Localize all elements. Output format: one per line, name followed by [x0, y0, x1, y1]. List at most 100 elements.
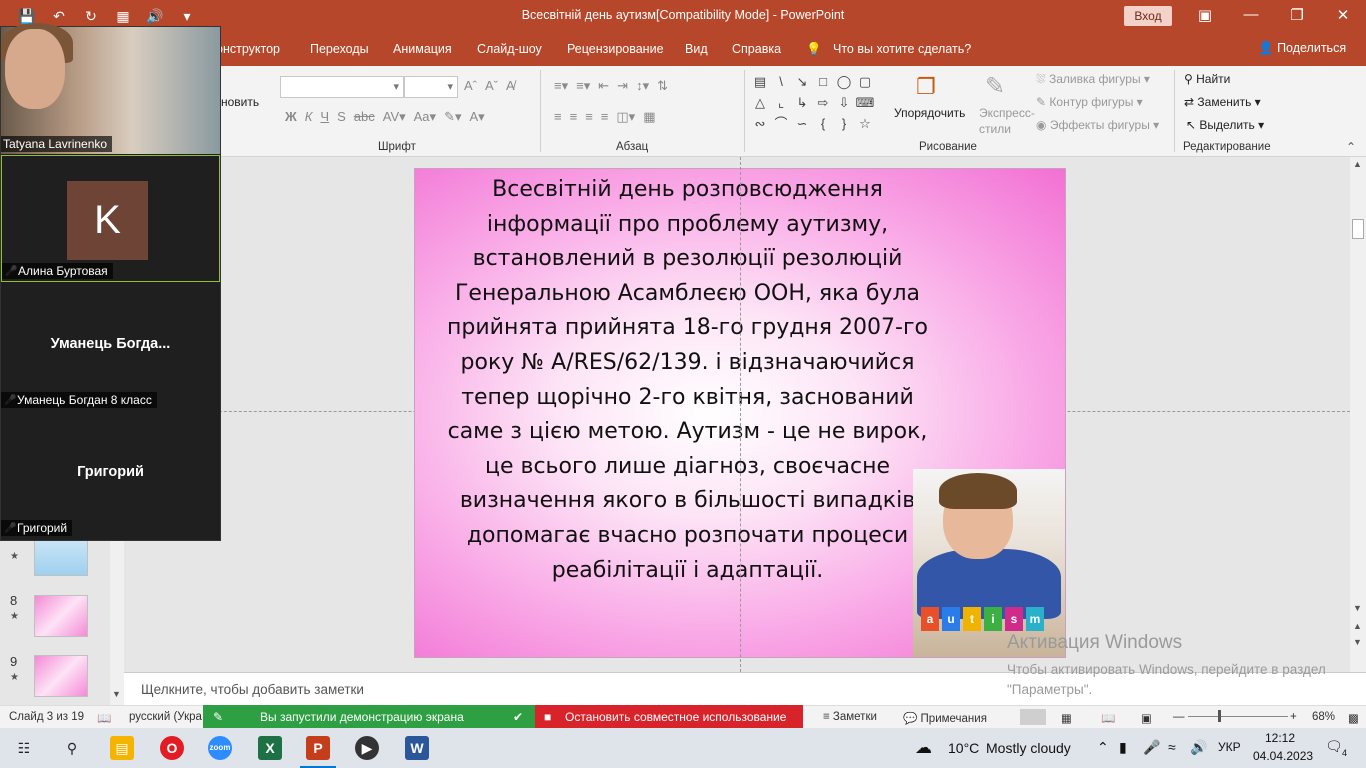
- callout-shape-icon[interactable]: ⌨: [855, 93, 875, 113]
- microphone-icon[interactable]: 🎤: [1143, 739, 1160, 756]
- reading-view-icon[interactable]: 📖: [1101, 711, 1115, 725]
- columns-icon[interactable]: ◫▾: [616, 109, 635, 125]
- text-direction-icon[interactable]: ⇅: [657, 78, 668, 94]
- select-button[interactable]: ↖ Выделить ▾: [1186, 118, 1264, 132]
- freeform-shape-icon[interactable]: ∾: [750, 114, 770, 134]
- minimize-icon[interactable]: —: [1241, 6, 1261, 23]
- decrease-indent-icon[interactable]: ⇤: [598, 78, 609, 94]
- windows-start-icon[interactable]: ☷: [12, 736, 36, 760]
- decrease-font-icon[interactable]: Aˇ: [485, 78, 498, 93]
- tab-help[interactable]: Справка: [732, 42, 781, 56]
- comments-button[interactable]: 💬 Примечания: [903, 711, 987, 725]
- zoom-slider[interactable]: [1188, 710, 1288, 722]
- share-button[interactable]: 👤 Поделиться: [1258, 41, 1346, 56]
- tab-review[interactable]: Рецензирование: [567, 42, 664, 56]
- zoom-app-icon[interactable]: zoom: [208, 736, 232, 760]
- autism-boy-photo[interactable]: a u t i s m: [913, 469, 1065, 657]
- rounded-rect-shape-icon[interactable]: ▢: [855, 72, 875, 92]
- language-indicator[interactable]: русский (Укра: [129, 711, 202, 723]
- arc-shape-icon[interactable]: ⌒: [771, 114, 791, 134]
- smartart-icon[interactable]: ▦: [643, 109, 655, 125]
- underline-icon[interactable]: Ч: [320, 109, 329, 125]
- ribbon-display-icon[interactable]: ▣: [1195, 6, 1215, 24]
- bullets-icon[interactable]: ≡▾: [554, 78, 568, 94]
- tab-transitions[interactable]: Переходы: [310, 42, 369, 56]
- input-language[interactable]: УКР: [1218, 740, 1241, 754]
- spellcheck-icon[interactable]: 📖: [97, 711, 111, 725]
- tab-slideshow[interactable]: Слайд-шоу: [477, 42, 542, 56]
- participant-tile-video[interactable]: Tatyana Lavrinenko: [1, 23, 220, 154]
- fit-to-window-icon[interactable]: ▩: [1348, 711, 1359, 725]
- triangle-shape-icon[interactable]: △: [750, 93, 770, 113]
- stop-sharing-button[interactable]: ■ Остановить совместное использование: [535, 705, 803, 729]
- star-shape-icon[interactable]: ☆: [855, 114, 875, 134]
- volume-icon[interactable]: 🔊: [1190, 739, 1207, 756]
- wifi-icon[interactable]: ≈: [1168, 739, 1176, 755]
- font-size-select[interactable]: [404, 76, 458, 98]
- tab-design[interactable]: онструктор: [216, 42, 280, 56]
- zoom-in-icon[interactable]: +: [1290, 711, 1297, 723]
- numbering-icon[interactable]: ≡▾: [576, 78, 590, 94]
- normal-view-icon[interactable]: [1020, 709, 1046, 725]
- scroll-down-icon[interactable]: ▼: [112, 689, 121, 699]
- arrange-icon[interactable]: ❐: [916, 74, 944, 100]
- quick-styles-label-1[interactable]: Экспресс-: [979, 106, 1035, 120]
- clock-date[interactable]: 04.04.2023: [1253, 749, 1313, 763]
- down-arrow-shape-icon[interactable]: ⇩: [834, 93, 854, 113]
- reset-button-partial[interactable]: новить: [221, 95, 259, 109]
- shape-outline-button[interactable]: ✎ Контур фигуры ▾: [1036, 95, 1143, 109]
- zoom-level[interactable]: 68%: [1312, 711, 1335, 723]
- align-center-icon[interactable]: ≡: [570, 109, 578, 125]
- weather-description[interactable]: Mostly cloudy: [986, 740, 1071, 756]
- slideshow-view-icon[interactable]: ▣: [1141, 711, 1152, 725]
- quick-styles-icon[interactable]: ✎: [985, 72, 1015, 102]
- scrollbar-thumb[interactable]: [1352, 219, 1364, 239]
- elbow-connector-icon[interactable]: ⌞: [771, 93, 791, 113]
- excel-icon[interactable]: X: [258, 736, 282, 760]
- opera-icon[interactable]: O: [160, 736, 184, 760]
- shadow-icon[interactable]: S: [337, 109, 346, 125]
- clear-format-icon[interactable]: A̸: [506, 78, 515, 93]
- next-slide-icon[interactable]: ▼: [1353, 637, 1362, 647]
- maximize-icon[interactable]: ❐: [1287, 6, 1307, 24]
- zoom-out-icon[interactable]: —: [1173, 711, 1185, 723]
- quick-styles-label-2[interactable]: стили: [979, 122, 1011, 136]
- font-family-select[interactable]: [280, 76, 404, 98]
- replace-button[interactable]: ⇄ Заменить ▾: [1184, 95, 1261, 109]
- participant-tile[interactable]: Уманець Богда... 🎤 Уманець Богдан 8 клас…: [1, 283, 220, 410]
- bold-icon[interactable]: Ж: [285, 109, 297, 125]
- weather-cloud-icon[interactable]: ☁: [915, 738, 932, 758]
- collapse-ribbon-icon[interactable]: ⌃: [1346, 140, 1356, 154]
- char-spacing-icon[interactable]: AV▾: [383, 109, 406, 125]
- arrange-button[interactable]: Упорядочить: [894, 106, 965, 120]
- shapes-gallery[interactable]: ▤ \ ↘ □ ◯ ▢ △ ⌞ ↳ ⇨ ⇩ ⌨ ∾ ⌒ ∽ { } ☆: [750, 72, 890, 134]
- clock-time[interactable]: 12:12: [1265, 731, 1295, 745]
- justify-icon[interactable]: ≡: [601, 109, 609, 125]
- login-button[interactable]: Вход: [1124, 6, 1172, 26]
- arrow-line-shape-icon[interactable]: ↘: [792, 72, 812, 92]
- participant-tile-avatar[interactable]: K 🎤 Алина Буртовая: [1, 155, 220, 282]
- brace-left-icon[interactable]: {: [813, 114, 833, 134]
- previous-slide-icon[interactable]: ▲: [1353, 621, 1362, 631]
- line-shape-icon[interactable]: \: [771, 72, 791, 92]
- align-right-icon[interactable]: ≡: [585, 109, 593, 125]
- increase-indent-icon[interactable]: ⇥: [617, 78, 628, 94]
- shape-effects-button[interactable]: ◉ Эффекты фигуры ▾: [1036, 118, 1159, 132]
- file-explorer-icon[interactable]: ▤: [110, 736, 134, 760]
- word-icon[interactable]: W: [405, 736, 429, 760]
- weather-temperature[interactable]: 10°C: [948, 740, 979, 756]
- battery-icon[interactable]: ▮: [1119, 739, 1127, 756]
- slide-scrollbar[interactable]: ▲ ▼ ▲ ▼: [1350, 157, 1366, 672]
- find-button[interactable]: ⚲ Найти: [1184, 72, 1230, 86]
- media-player-icon[interactable]: ▶: [355, 736, 379, 760]
- rectangle-shape-icon[interactable]: □: [813, 72, 833, 92]
- tab-animations[interactable]: Анимация: [393, 42, 452, 56]
- textbox-shape-icon[interactable]: ▤: [750, 72, 770, 92]
- slide-thumbnail-8[interactable]: [34, 595, 88, 637]
- right-arrow-shape-icon[interactable]: ⇨: [813, 93, 833, 113]
- notes-placeholder[interactable]: Щелкните, чтобы добавить заметки: [141, 682, 364, 697]
- notes-toggle-button[interactable]: ≡ Заметки: [823, 711, 877, 723]
- increase-font-icon[interactable]: Aˆ: [464, 78, 477, 93]
- align-left-icon[interactable]: ≡: [554, 109, 562, 125]
- participant-tile[interactable]: Григорий 🎤 Григорий: [1, 411, 220, 538]
